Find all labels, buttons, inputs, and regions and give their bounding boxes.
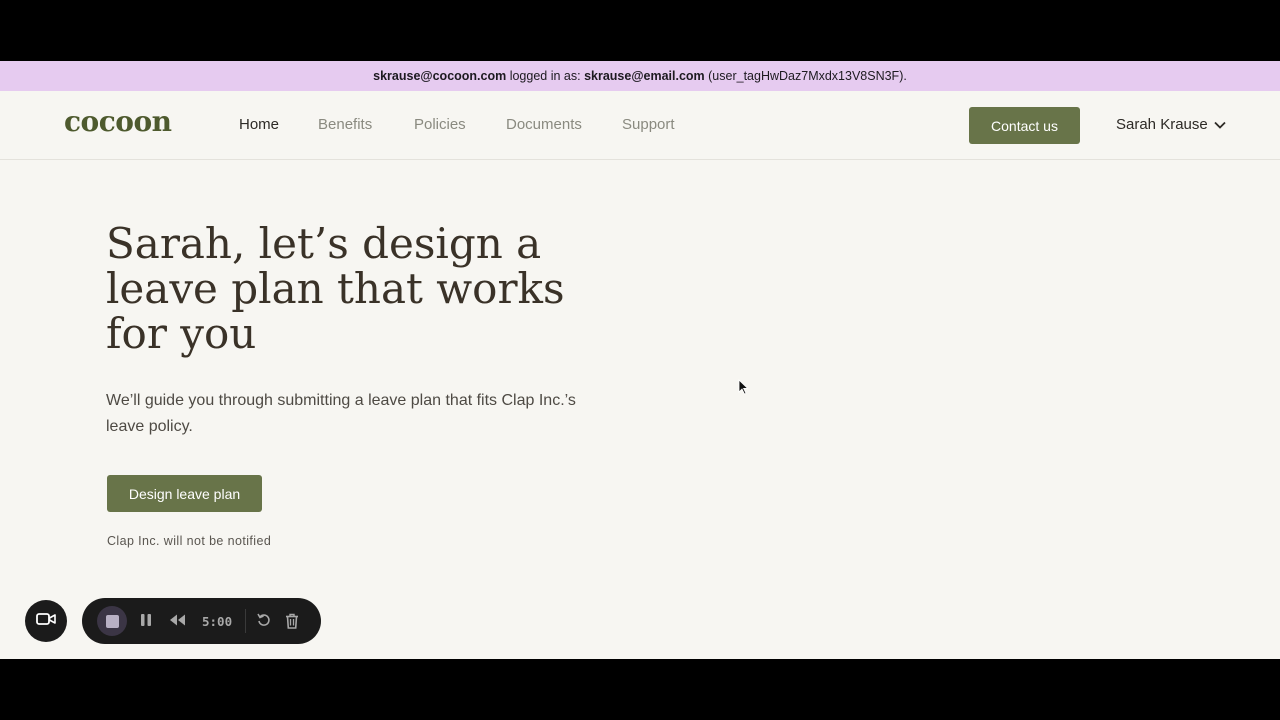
contact-us-button[interactable]: Contact us [969, 107, 1080, 144]
design-leave-plan-button[interactable]: Design leave plan [107, 475, 262, 512]
notification-note: Clap Inc. will not be notified [107, 534, 272, 548]
rewind-icon[interactable] [169, 613, 186, 632]
impersonation-banner: skrause@cocoon.com logged in as: skrause… [0, 61, 1280, 91]
camera-icon [36, 612, 56, 631]
page-title: Sarah, let’s design a leave plan that wo… [106, 219, 565, 358]
stop-icon [105, 614, 119, 628]
user-name: Sarah Krause [1116, 116, 1208, 133]
stop-button[interactable] [97, 606, 127, 636]
mouse-cursor-icon [738, 379, 749, 400]
recording-timer: 5:00 [202, 614, 233, 629]
cocoon-logo[interactable]: cocoon [64, 105, 172, 138]
top-navigation: cocoon Home Benefits Policies Documents … [0, 91, 1280, 160]
trash-icon[interactable] [285, 613, 299, 634]
user-menu[interactable]: Sarah Krause [1116, 116, 1226, 133]
impersonated-user-email: skrause@email.com [584, 69, 705, 83]
app-frame: skrause@cocoon.com logged in as: skrause… [0, 61, 1280, 659]
nav-link-policies[interactable]: Policies [414, 116, 466, 133]
nav-link-support[interactable]: Support [622, 116, 675, 133]
restart-icon[interactable] [257, 613, 271, 632]
logged-in-as-text: logged in as: [506, 69, 585, 83]
nav-link-home[interactable]: Home [239, 116, 279, 133]
pause-icon[interactable] [140, 613, 152, 632]
recording-controls: 5:00 [82, 598, 321, 644]
divider [245, 609, 246, 633]
camera-toggle-button[interactable] [25, 600, 67, 642]
nav-link-benefits[interactable]: Benefits [318, 116, 372, 133]
impersonated-user-id: (user_tagHwDaz7Mxdx13V8SN3F). [704, 69, 907, 83]
hero-description: We’ll guide you through submitting a lea… [106, 392, 576, 435]
nav-link-documents[interactable]: Documents [506, 116, 582, 133]
admin-email: skrause@cocoon.com [373, 69, 507, 83]
chevron-down-icon [1214, 116, 1226, 133]
